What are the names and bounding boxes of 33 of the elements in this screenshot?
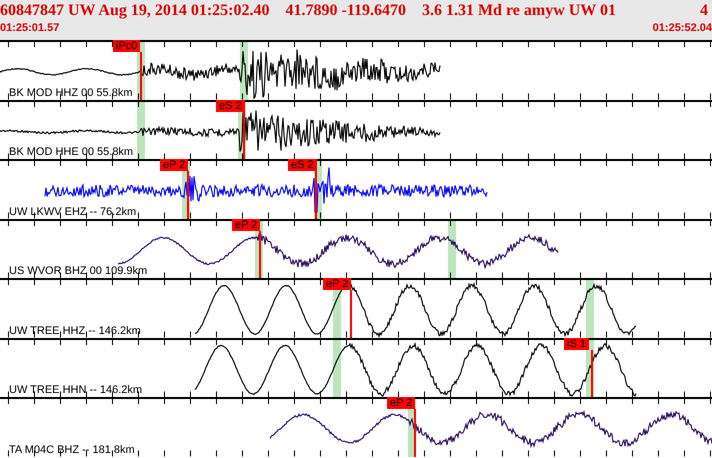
pick-label[interactable]: eP 2 [323,278,352,290]
pick-window [333,340,341,397]
station-label: BK MOD HHZ 00 55.8km [9,86,132,98]
event-magnitude: 3.6 1.31 Md re amyw UW 01 [422,1,616,21]
pick-line [591,350,593,397]
station-label: TA M04C BHZ -- 181.8km [9,444,135,456]
pick-label[interactable]: eP 2 [160,159,188,171]
pick-label[interactable]: eP 2 [232,218,260,230]
pick-line [259,230,261,278]
pick-label[interactable]: eS 2 [288,159,317,171]
station-label: UW LKWV EHZ -- 76.2km [9,206,136,218]
pick-label[interactable]: eS 2 [216,100,245,112]
start-time: 01:25:01.57 [0,21,60,35]
end-time: 01:25:52.04 [652,21,712,35]
pick-window [586,280,594,338]
pick-line [315,171,317,218]
pick-label[interactable]: iS 1 [564,338,589,350]
pick-line [187,171,189,218]
station-label: UW TREE HHZ -- 146.2km [9,324,141,336]
event-count: 4 [700,1,708,21]
pick-line [243,112,245,159]
pick-label[interactable]: eP 2 [387,397,416,409]
station-label: UW TREE HHN -- 146.2km [9,384,142,396]
event-info: 60847847 UW Aug 19, 2014 01:25:02.40 [0,1,270,21]
pick-line [140,52,142,100]
pick-label[interactable]: iPc0 [113,40,140,52]
station-label: BK MOD HHE 00 55.8km [9,146,134,158]
event-location: 41.7890 -119.6470 [286,1,406,21]
pick-line [350,290,352,338]
pick-line [414,409,416,456]
pick-window [137,102,145,159]
pick-window [448,220,456,278]
station-label: US WVOR BHZ 00 109.9km [9,265,148,277]
